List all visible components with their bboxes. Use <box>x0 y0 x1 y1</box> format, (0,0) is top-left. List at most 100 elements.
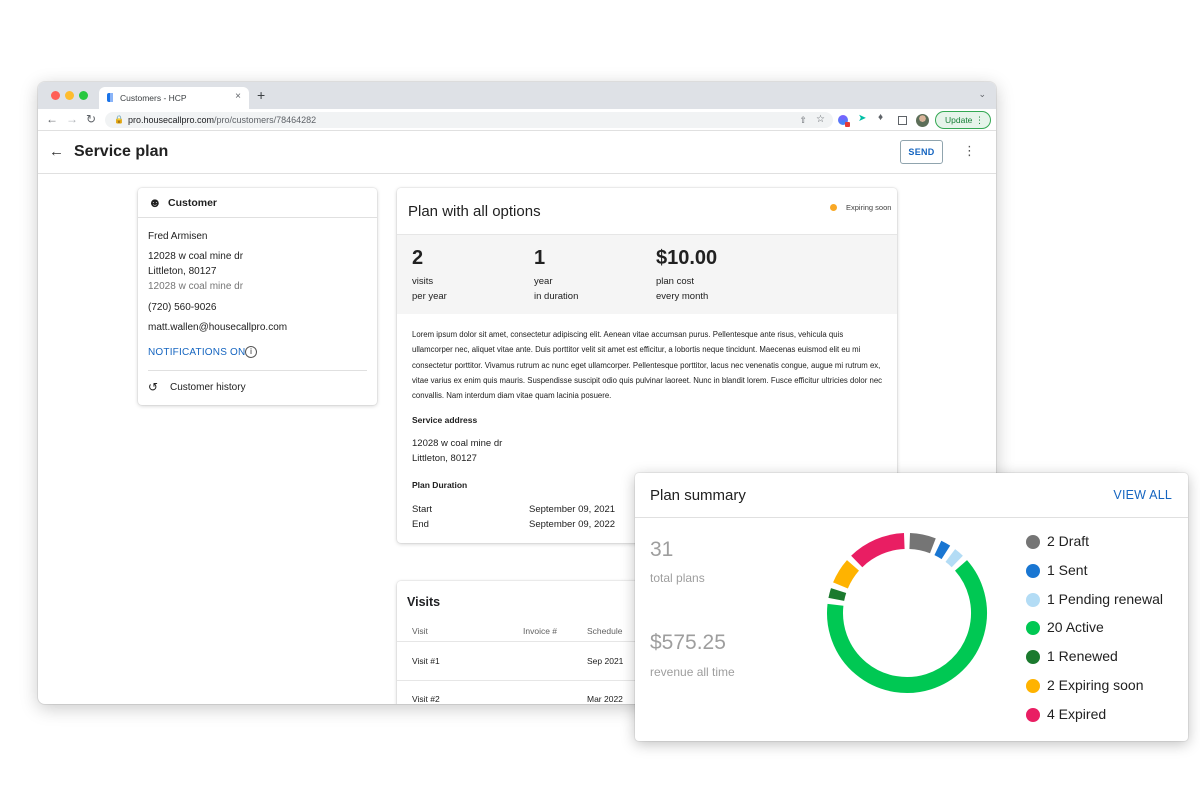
update-button[interactable]: Update ⋮ <box>935 111 991 129</box>
customer-face-icon: ☻ <box>148 195 162 210</box>
donut-segment-sent <box>934 540 951 560</box>
url-host: pro.housecallpro.com <box>128 115 215 125</box>
stat-value: 1 <box>534 247 546 269</box>
legend-swatch <box>1026 563 1040 578</box>
end-label: End <box>412 519 429 530</box>
customer-address-line1: 12028 w coal mine dr <box>148 251 244 262</box>
visit-row-2-name[interactable]: Visit #2 <box>412 694 440 704</box>
total-plans-caption: total plans <box>650 571 705 585</box>
customer-phone[interactable]: (720) 560-9026 <box>148 302 216 313</box>
customer-history-link[interactable]: Customer history <box>170 382 246 393</box>
plan-summary-card: Plan summary VIEW ALL 31 total plans $57… <box>635 473 1188 741</box>
plan-title: Plan with all options <box>408 203 541 220</box>
revenue-value: $575.25 <box>650 631 726 654</box>
legend-swatch <box>1026 679 1040 693</box>
more-options-icon[interactable]: ⋮ <box>963 143 976 159</box>
legend-swatch <box>1026 592 1040 607</box>
app-header: ← Service plan SEND ⋮ <box>38 132 996 174</box>
service-address-label: Service address <box>412 415 478 425</box>
housecall-favicon-icon <box>107 93 113 102</box>
update-label: Update <box>945 115 973 125</box>
url-text: pro.housecallpro.com/pro/customers/78464… <box>128 112 316 128</box>
visit-row-2-schedule: Mar 2022 <box>587 694 623 704</box>
new-tab-button[interactable]: + <box>257 87 265 103</box>
end-date: September 09, 2022 <box>529 519 616 530</box>
stat-caption: year in duration <box>534 276 579 302</box>
send-button[interactable]: SEND <box>900 140 943 164</box>
back-arrow-icon[interactable]: ← <box>49 143 64 160</box>
address-bar[interactable]: 🔒 pro.housecallpro.com/pro/customers/784… <box>105 112 833 128</box>
extension-arrow-icon[interactable]: ➤ <box>858 113 868 124</box>
side-panel-icon[interactable] <box>898 116 907 125</box>
browser-back-icon[interactable]: ← <box>46 112 58 126</box>
customer-heading: Customer <box>168 197 218 209</box>
column-header-visit: Visit <box>412 626 428 636</box>
profile-avatar[interactable] <box>916 114 929 127</box>
column-header-schedule: Schedule <box>587 626 623 636</box>
info-icon[interactable]: i <box>245 346 257 358</box>
customer-address-line2: Littleton, 80127 <box>148 266 217 277</box>
extension-colorful-icon[interactable] <box>838 115 850 127</box>
revenue-caption: revenue all time <box>650 665 735 679</box>
tab-bar: Customers - HCP × + ⌄ <box>38 82 996 109</box>
browser-menu-icon[interactable]: ⋮ <box>975 112 984 128</box>
legend-label: 1 Renewed <box>1047 648 1118 665</box>
visit-row-1-schedule: Sep 2021 <box>587 656 624 666</box>
stat-duration: 1 year in duration <box>534 247 578 304</box>
legend-label: 2 Draft <box>1047 533 1090 549</box>
history-icon: ↺ <box>148 380 159 394</box>
close-window-button[interactable] <box>51 91 60 100</box>
legend-swatch <box>1026 621 1040 636</box>
tab-search-chevron-icon[interactable]: ⌄ <box>978 89 986 100</box>
donut-segment-pending-renewal <box>945 549 963 568</box>
visits-title: Visits <box>407 595 441 609</box>
legend-swatch <box>1026 707 1040 722</box>
donut-segment-expired <box>851 533 905 568</box>
total-plans-value: 31 <box>650 538 674 561</box>
browser-toolbar: ← → ↻ 🔒 pro.housecallpro.com/pro/custome… <box>38 109 996 131</box>
stat-cost: $10.00 plan cost every month <box>656 247 717 304</box>
start-date: September 09, 2021 <box>529 504 616 515</box>
donut-segment-draft <box>909 533 936 554</box>
share-icon[interactable]: ⇧ <box>799 112 807 128</box>
legend-label: 2 Expiring soon <box>1047 677 1144 693</box>
legend-label: 1 Pending renewal <box>1047 590 1163 607</box>
legend-label: 20 Active <box>1047 619 1104 636</box>
view-all-link[interactable]: VIEW ALL <box>1113 488 1172 502</box>
donut-segment-active <box>827 560 987 693</box>
maximize-window-button[interactable] <box>79 91 88 100</box>
stat-value: $10.00 <box>656 247 718 269</box>
plan-summary-title: Plan summary <box>650 487 746 504</box>
legend-swatch <box>1026 650 1040 665</box>
extensions-puzzle-icon[interactable]: ♦ <box>878 112 888 123</box>
reload-icon[interactable]: ↻ <box>86 112 96 126</box>
stat-visits: 2 visits per year <box>412 247 447 304</box>
browser-tab[interactable]: Customers - HCP × <box>99 87 249 109</box>
service-address-line1: 12028 w coal mine dr <box>412 438 503 449</box>
customer-address-line3: 12028 w coal mine dr <box>148 281 244 292</box>
divider <box>148 370 367 371</box>
notifications-toggle[interactable]: NOTIFICATIONS ON <box>148 347 245 358</box>
browser-forward-icon[interactable]: → <box>66 112 78 126</box>
customer-card: ☻ Customer Fred Armisen 12028 w coal min… <box>138 188 377 405</box>
column-header-invoice: Invoice # <box>523 626 558 636</box>
page-title: Service plan <box>74 143 169 160</box>
bookmark-star-icon[interactable]: ☆ <box>816 112 825 128</box>
legend-label: 4 Expired <box>1047 705 1107 722</box>
visit-row-1-name[interactable]: Visit #1 <box>412 656 440 666</box>
customer-email[interactable]: matt.wallen@housecallpro.com <box>148 322 287 333</box>
plan-description: Lorem ipsum dolor sit amet, consectetur … <box>412 330 883 401</box>
service-address-line2: Littleton, 80127 <box>412 453 477 464</box>
tab-title: Customers - HCP <box>120 93 187 103</box>
plan-status-donut-chart <box>827 533 987 693</box>
tab-close-icon[interactable]: × <box>235 91 241 102</box>
stat-caption: visits per year <box>412 276 447 302</box>
customer-name: Fred Armisen <box>148 231 208 242</box>
plan-card-header: Plan with all options Expiring soon <box>397 188 897 235</box>
lock-icon: 🔒 <box>114 115 124 124</box>
start-label: Start <box>412 504 433 515</box>
donut-segment-renewed <box>828 588 847 602</box>
plan-duration-label: Plan Duration <box>412 480 468 490</box>
legend-swatch <box>1026 535 1040 549</box>
minimize-window-button[interactable] <box>65 91 74 100</box>
